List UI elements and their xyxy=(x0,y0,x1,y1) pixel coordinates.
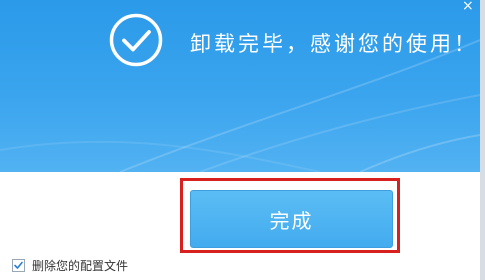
delete-config-option[interactable]: 删除您的配置文件 xyxy=(12,257,128,273)
finish-button[interactable]: 完成 xyxy=(190,190,393,248)
header-banner: × 卸载完毕，感谢您的使用！ xyxy=(0,0,480,172)
success-message: 卸载完毕，感谢您的使用！ xyxy=(190,32,478,56)
checkmark-circle-icon xyxy=(109,13,163,67)
delete-config-checkbox[interactable] xyxy=(12,258,25,272)
delete-config-label: 删除您的配置文件 xyxy=(32,258,129,273)
close-icon[interactable]: × xyxy=(462,0,474,13)
window-right-border xyxy=(480,0,485,280)
checkmark-icon xyxy=(14,261,23,269)
banner-decoration xyxy=(0,39,480,172)
